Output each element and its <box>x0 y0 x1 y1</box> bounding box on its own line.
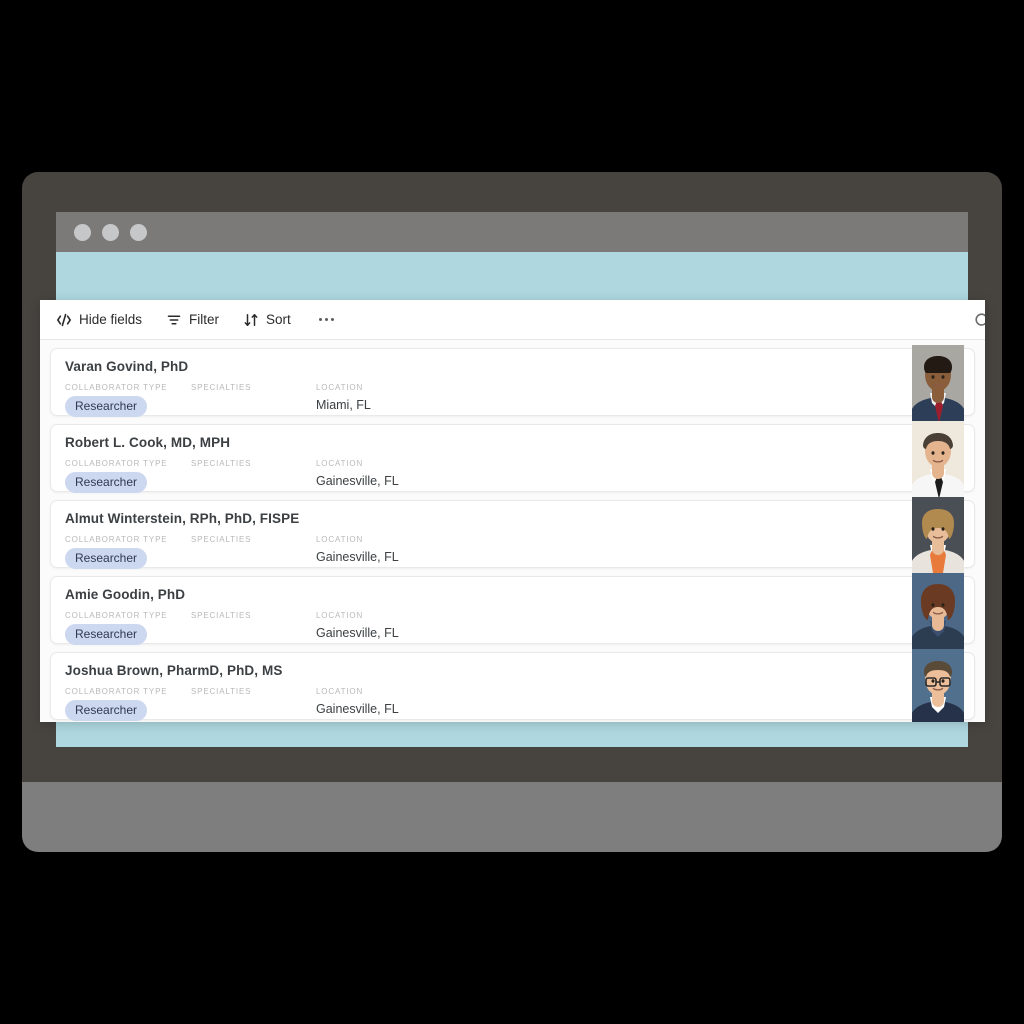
collaborator-avatar <box>912 421 964 497</box>
location-label: LOCATION <box>316 687 364 696</box>
specialties-label: SPECIALTIES <box>191 535 252 544</box>
collaborator-type-badge[interactable]: Researcher <box>65 624 148 645</box>
collaborator-type-badge[interactable]: Researcher <box>65 396 148 417</box>
more-dot <box>330 318 334 321</box>
specialties-label: SPECIALTIES <box>191 611 252 620</box>
collaborator-avatar <box>912 649 964 722</box>
search-icon[interactable] <box>973 311 985 331</box>
location-field: LOCATION Gainesville, FL <box>316 687 399 716</box>
screenshot-canvas: Hide fields Filter Sort Varan Govind, Ph… <box>0 0 1024 1024</box>
collaborator-type-field: COLLABORATOR TYPE Researcher <box>65 383 167 417</box>
browser-titlebar <box>56 212 968 252</box>
sort-button[interactable]: Sort <box>243 312 291 328</box>
hide-fields-icon <box>56 312 72 328</box>
location-value: Gainesville, FL <box>316 626 399 640</box>
specialties-label: SPECIALTIES <box>191 687 252 696</box>
location-label: LOCATION <box>316 535 364 544</box>
collaborator-type-badge[interactable]: Researcher <box>65 472 148 493</box>
collaborator-type-badge[interactable]: Researcher <box>65 700 148 721</box>
specialties-field: SPECIALTIES <box>191 611 251 642</box>
specialties-field: SPECIALTIES <box>191 535 251 566</box>
location-value: Gainesville, FL <box>316 474 399 488</box>
collaborator-type-field: COLLABORATOR TYPE Researcher <box>65 687 167 721</box>
window-maximize-dot[interactable] <box>130 223 147 241</box>
collaborator-directory-panel: Hide fields Filter Sort Varan Govind, Ph… <box>40 300 985 722</box>
collaborator-name: Robert L. Cook, MD, MPH <box>65 435 231 450</box>
sort-icon <box>243 312 259 328</box>
window-minimize-dot[interactable] <box>102 223 119 241</box>
specialties-value <box>191 702 251 718</box>
collaborator-type-label: COLLABORATOR TYPE <box>65 459 168 468</box>
collaborator-name: Almut Winterstein, RPh, PhD, FISPE <box>65 511 300 526</box>
collaborator-name: Amie Goodin, PhD <box>65 587 186 602</box>
specialties-field: SPECIALTIES <box>191 383 251 414</box>
location-value: Gainesville, FL <box>316 550 399 564</box>
collaborator-avatar <box>912 497 964 573</box>
sort-label: Sort <box>266 312 291 327</box>
collaborator-type-badge[interactable]: Researcher <box>65 548 148 569</box>
collaborator-record-card[interactable]: Robert L. Cook, MD, MPH COLLABORATOR TYPE… <box>50 421 975 497</box>
location-field: LOCATION Gainesville, FL <box>316 611 399 640</box>
collaborator-type-label: COLLABORATOR TYPE <box>65 535 168 544</box>
collaborator-record-card[interactable]: Almut Winterstein, RPh, PhD, FISPE COLLAB… <box>50 497 975 573</box>
filter-button[interactable]: Filter <box>166 312 219 328</box>
collaborator-type-field: COLLABORATOR TYPE Researcher <box>65 459 167 493</box>
collaborator-type-label: COLLABORATOR TYPE <box>65 383 168 392</box>
collaborator-type-field: COLLABORATOR TYPE Researcher <box>65 611 167 645</box>
more-options-button[interactable] <box>315 318 338 321</box>
location-value: Miami, FL <box>316 398 371 412</box>
location-field: LOCATION Miami, FL <box>316 383 371 412</box>
hide-fields-button[interactable]: Hide fields <box>56 312 142 328</box>
specialties-field: SPECIALTIES <box>191 459 251 490</box>
specialties-label: SPECIALTIES <box>191 459 252 468</box>
hide-fields-label: Hide fields <box>79 312 143 327</box>
location-label: LOCATION <box>316 383 364 392</box>
collaborator-type-label: COLLABORATOR TYPE <box>65 687 168 696</box>
collaborator-record-card[interactable]: Varan Govind, PhD COLLABORATOR TYPE Resear… <box>50 345 975 421</box>
collaborator-record-card[interactable]: Joshua Brown, PharmD, PhD, MS COLLABORATO… <box>50 649 975 722</box>
device-frame-base <box>22 782 1002 852</box>
more-dot <box>318 318 322 321</box>
specialties-value <box>191 626 251 642</box>
specialties-value <box>191 550 251 566</box>
filter-label: Filter <box>189 312 220 327</box>
collaborator-avatar <box>912 345 964 421</box>
collaborator-name: Varan Govind, PhD <box>65 359 189 374</box>
more-dot <box>324 318 328 321</box>
specialties-field: SPECIALTIES <box>191 687 251 718</box>
collaborator-name: Joshua Brown, PharmD, PhD, MS <box>65 663 283 678</box>
location-field: LOCATION Gainesville, FL <box>316 459 399 488</box>
location-value: Gainesville, FL <box>316 702 399 716</box>
location-label: LOCATION <box>316 611 364 620</box>
specialties-value <box>191 398 251 414</box>
filter-icon <box>166 312 182 328</box>
view-toolbar: Hide fields Filter Sort <box>40 300 985 340</box>
specialties-label: SPECIALTIES <box>191 383 252 392</box>
collaborator-type-field: COLLABORATOR TYPE Researcher <box>65 535 167 569</box>
location-field: LOCATION Gainesville, FL <box>316 535 399 564</box>
window-close-dot[interactable] <box>74 223 91 241</box>
collaborator-type-label: COLLABORATOR TYPE <box>65 611 168 620</box>
location-label: LOCATION <box>316 459 364 468</box>
collaborator-record-list[interactable]: Varan Govind, PhD COLLABORATOR TYPE Resear… <box>40 340 985 722</box>
collaborator-avatar <box>912 573 964 649</box>
collaborator-record-card[interactable]: Amie Goodin, PhD COLLABORATOR TYPE Researc… <box>50 573 975 649</box>
specialties-value <box>191 474 251 490</box>
